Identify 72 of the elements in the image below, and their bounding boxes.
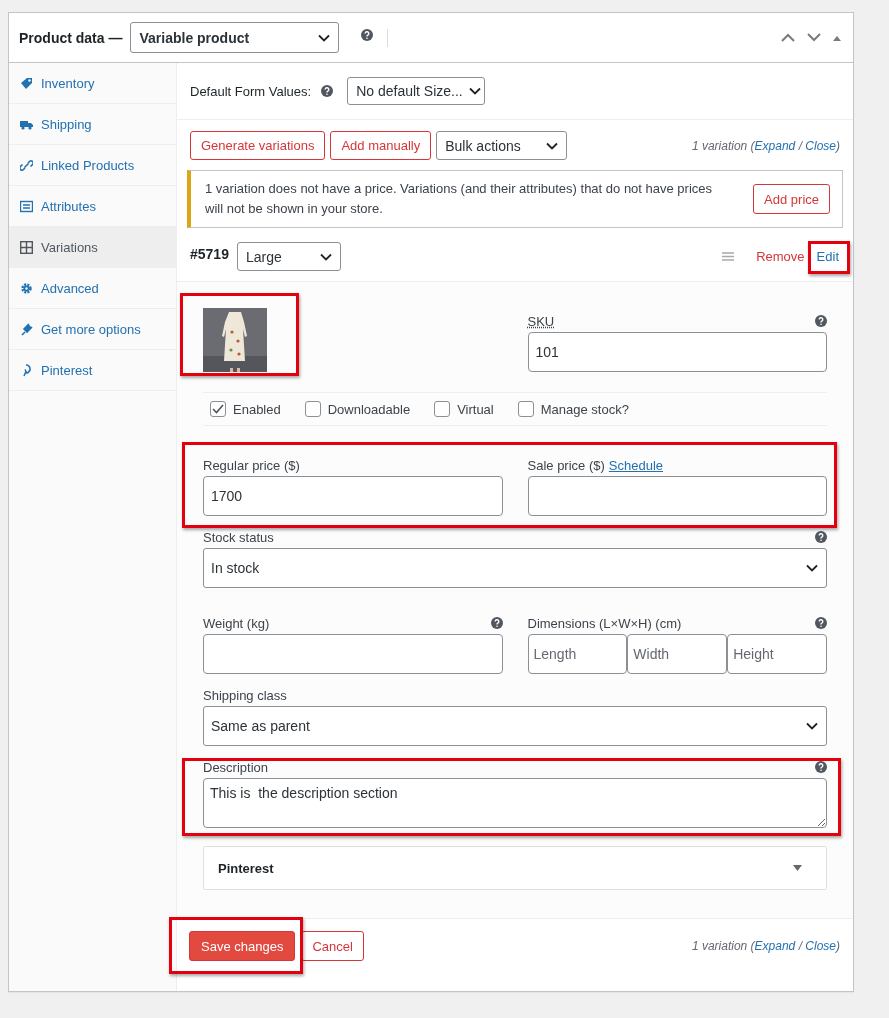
action-button[interactable]: Add manually xyxy=(330,131,432,160)
dimension-field[interactable]: Width xyxy=(627,634,728,674)
expand-link[interactable]: Expand xyxy=(754,939,796,953)
action-button[interactable]: Generate variations xyxy=(190,131,326,160)
notice-text: 1 variation does not have a price. Variations (and their attributes) that do not have prices will not be shown in your store. xyxy=(205,180,714,218)
description-field[interactable]: This is the description section xyxy=(203,778,827,828)
link-icon xyxy=(20,158,33,172)
close-link[interactable]: Close xyxy=(805,939,836,953)
expand-link[interactable]: Expand xyxy=(754,138,796,153)
panel-title: Product data — xyxy=(19,29,123,46)
checkbox-label: Virtual xyxy=(457,401,494,417)
checkbox[interactable] xyxy=(517,401,534,417)
schedule-link[interactable]: Schedule xyxy=(608,457,664,473)
collapse-icon xyxy=(833,34,841,41)
checkbox[interactable] xyxy=(210,401,226,417)
variation-count: 1 variation (Expand / Close) xyxy=(691,939,840,953)
field-label: Weight (kg) xyxy=(203,615,270,631)
chevron-down-icon xyxy=(806,722,818,730)
sku-field[interactable]: 101 xyxy=(527,332,827,372)
sidebar-item[interactable]: Inventory xyxy=(9,63,176,104)
gear-icon xyxy=(20,281,33,295)
checkbox-label: Manage stock? xyxy=(540,401,629,417)
remove-link[interactable]: Remove xyxy=(756,249,805,264)
chevron-down-icon xyxy=(806,564,818,572)
default-size-select[interactable]: No default Size... xyxy=(347,77,486,105)
tag-icon xyxy=(20,76,33,90)
attribute-select[interactable]: Large xyxy=(236,242,341,271)
move-down-icon xyxy=(807,33,821,42)
field-label: SKU xyxy=(527,313,555,329)
product-type-select[interactable]: Variable product xyxy=(130,22,340,53)
field-label: Stock status xyxy=(203,529,274,545)
sidebar-item[interactable]: Advanced xyxy=(9,268,176,309)
close-link[interactable]: Close xyxy=(805,138,836,153)
regular-price-field[interactable]: 1700 xyxy=(203,476,503,516)
sidebar-item[interactable]: Shipping xyxy=(9,104,176,145)
chevron-down-icon xyxy=(546,141,559,150)
cancel-button[interactable]: Cancel xyxy=(301,931,364,961)
chevron-down-icon xyxy=(318,33,331,42)
field-label: Dimensions (L×W×H) (cm) xyxy=(527,615,682,631)
checkbox[interactable] xyxy=(304,401,321,417)
expand-arrow-icon xyxy=(793,865,802,871)
add-price-button[interactable]: Add price xyxy=(753,184,830,214)
weight-field[interactable] xyxy=(203,634,503,674)
checkbox-label: Enabled xyxy=(233,401,281,417)
shipping-class-select[interactable]: Same as parent xyxy=(203,706,827,746)
field-label: Shipping class xyxy=(203,687,287,703)
grid-icon xyxy=(20,240,33,254)
sidebar-item[interactable]: Get more options xyxy=(9,309,176,350)
drag-handle-icon xyxy=(722,252,735,261)
chevron-down-icon xyxy=(319,252,332,261)
sidebar-item[interactable]: Linked Products xyxy=(9,145,176,186)
checkbox[interactable] xyxy=(434,401,451,417)
field-label: Description xyxy=(203,759,269,775)
field-label: Regular price ($) xyxy=(203,457,300,473)
chevron-down-icon xyxy=(468,87,481,95)
variation-count: 1 variation (Expand / Close) xyxy=(691,138,840,153)
sidebar-item[interactable]: Pinterest xyxy=(9,350,176,391)
edit-link[interactable]: Edit xyxy=(812,245,843,268)
checkbox-label: Downloadable xyxy=(327,401,411,417)
bulk-actions-select[interactable]: Bulk actions xyxy=(436,131,568,160)
move-up-icon xyxy=(781,33,795,42)
field-label: Sale price ($) xyxy=(527,457,605,473)
save-changes-button[interactable]: Save changes xyxy=(189,931,296,961)
variation-id: #5719 xyxy=(190,245,229,262)
sale-price-field[interactable] xyxy=(527,476,827,516)
field-label: Default Form Values: xyxy=(190,83,312,99)
stock-status-select[interactable]: In stock xyxy=(203,548,827,588)
list-icon xyxy=(20,199,33,213)
dimension-field[interactable]: Length xyxy=(527,634,628,674)
sidebar-item[interactable]: Variations xyxy=(9,227,176,268)
dimension-field[interactable]: Height xyxy=(727,634,827,674)
pinterest-section[interactable]: Pinterest xyxy=(203,846,827,890)
